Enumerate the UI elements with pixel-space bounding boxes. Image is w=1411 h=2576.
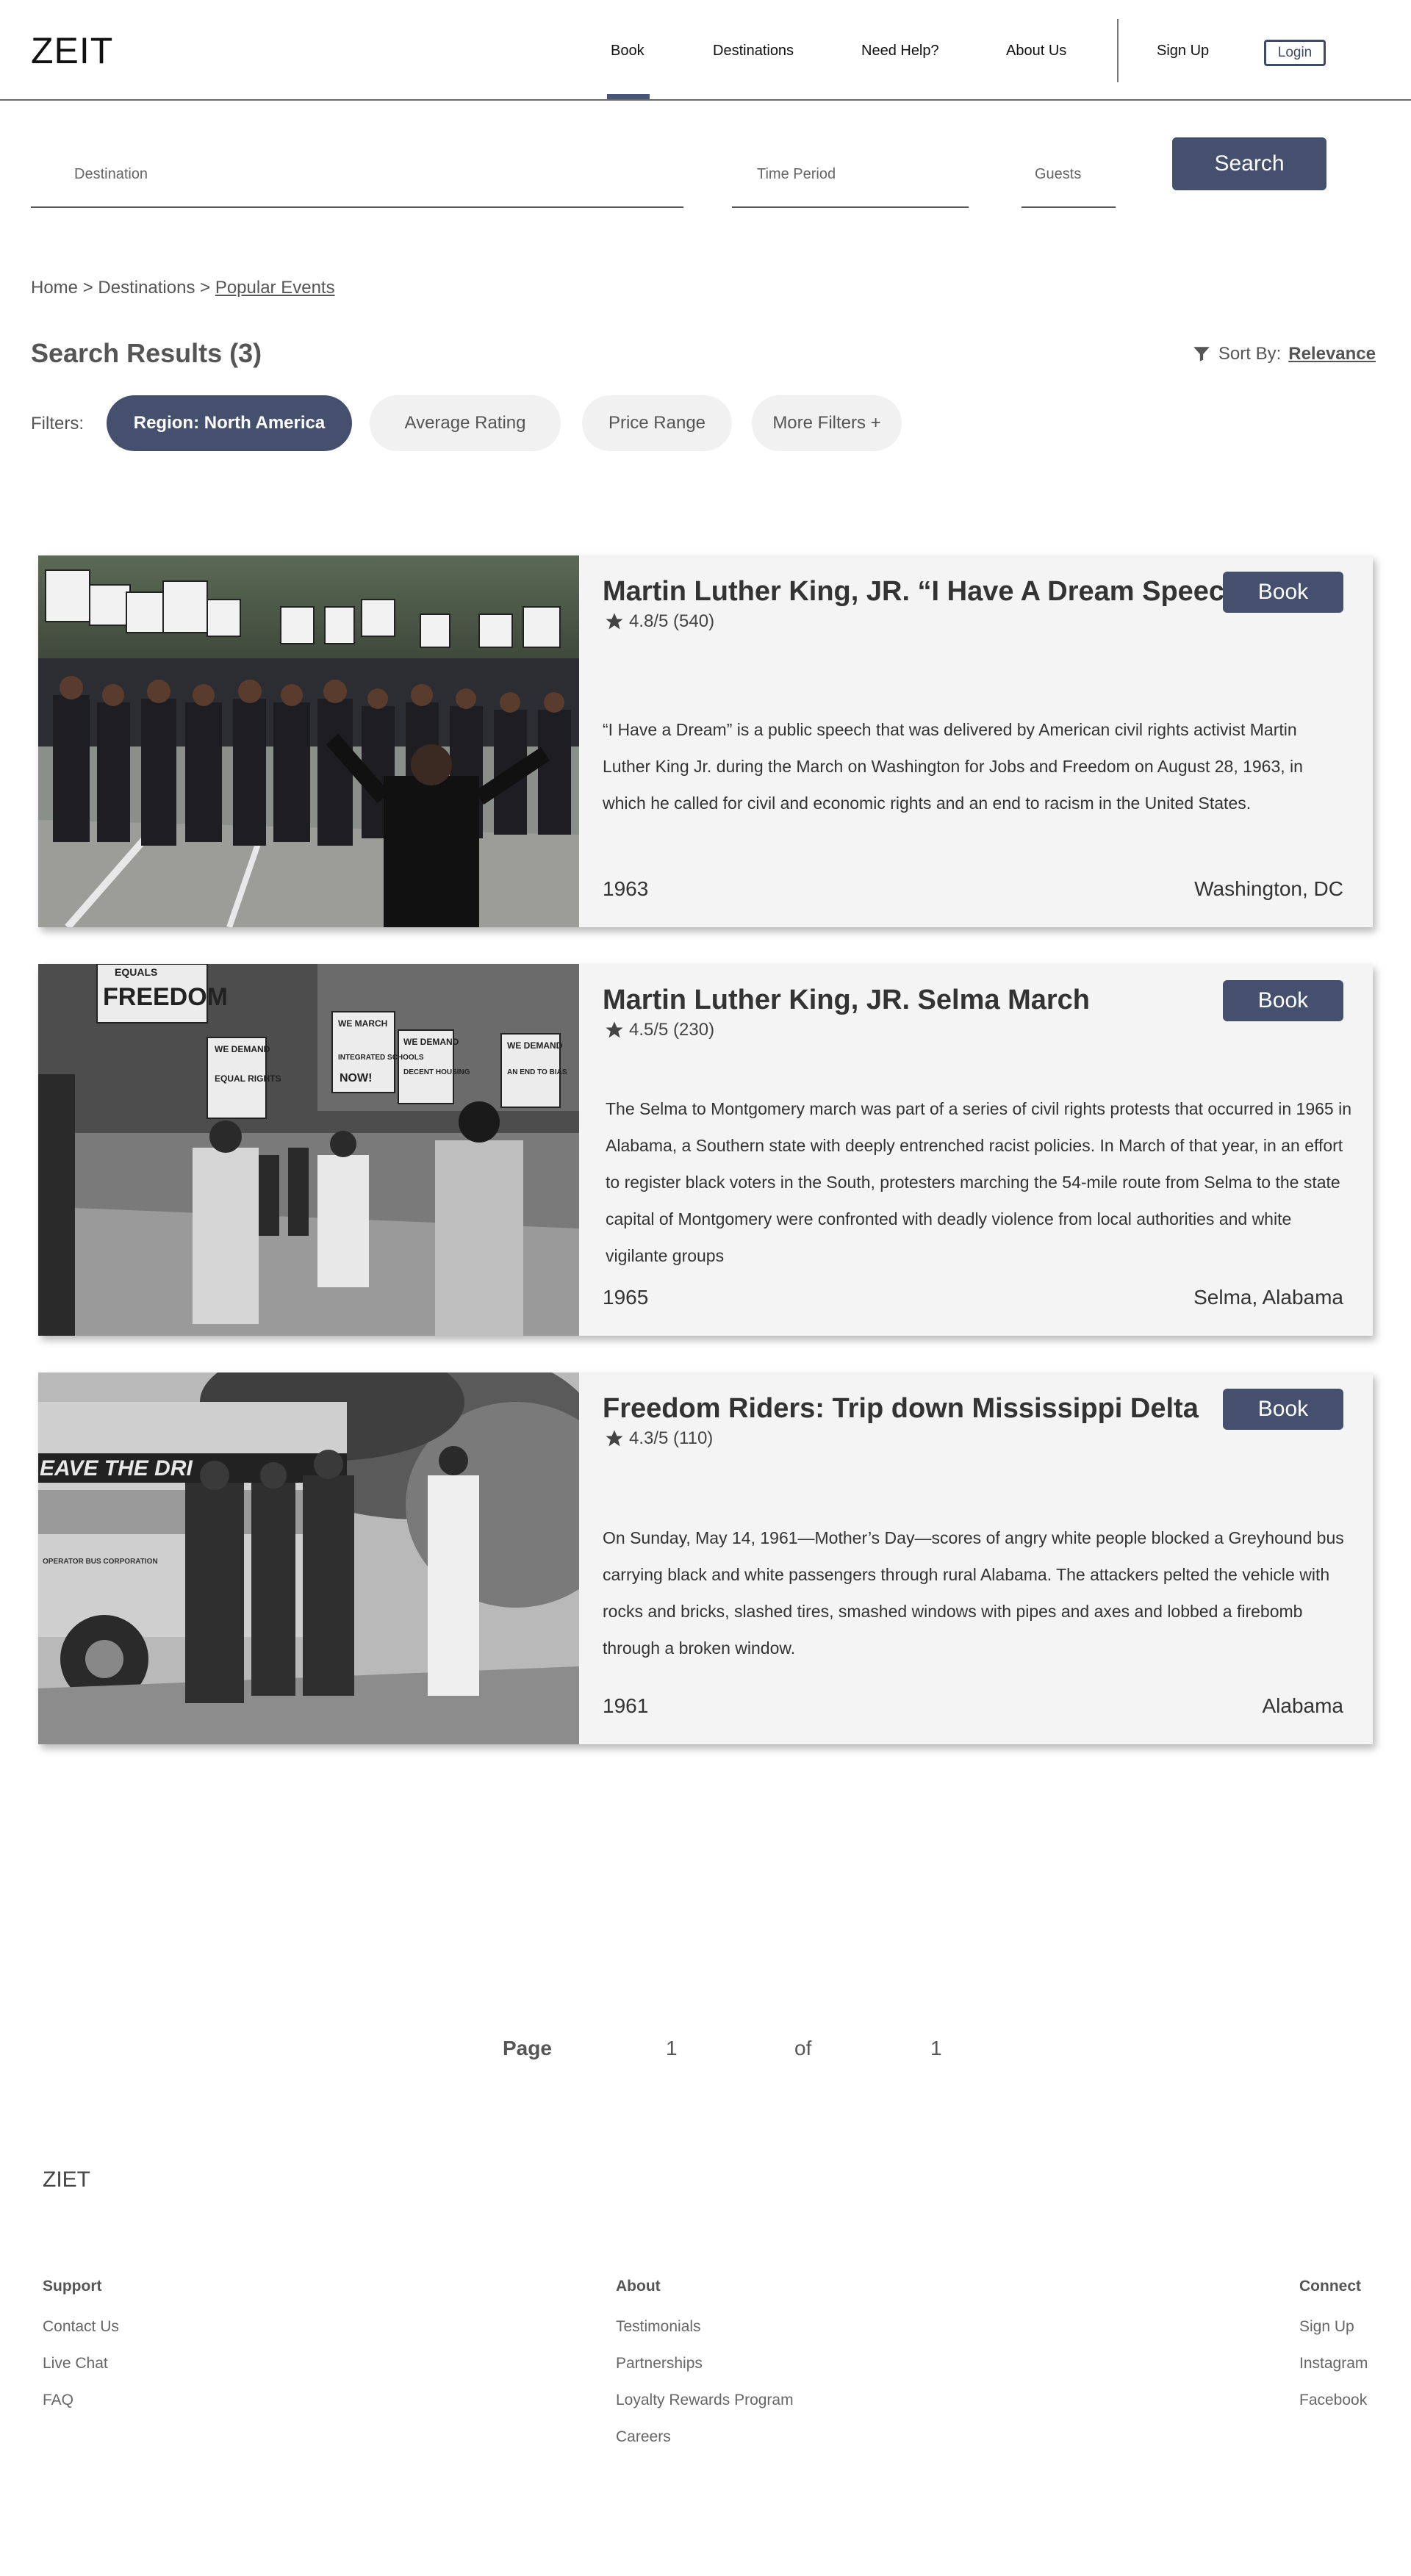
result-card[interactable]: EAVE THE DRI OPERATOR BUS CORPORATION Fr… <box>38 1372 1373 1744</box>
sign-text: WE DEMAND <box>403 1037 459 1047</box>
card-title[interactable]: Martin Luther King, JR. Selma March <box>603 985 1090 1016</box>
footer-link-careers[interactable]: Careers <box>616 2428 671 2446</box>
footer-link-instagram[interactable]: Instagram <box>1299 2355 1368 2372</box>
selma-march-photo: EQUALS FREEDOM WE DEMAND WE MARCH WE DEM… <box>38 964 579 1336</box>
result-card[interactable]: EQUALS FREEDOM WE DEMAND WE MARCH WE DEM… <box>38 964 1373 1336</box>
freedom-riders-bus-photo: EAVE THE DRI OPERATOR BUS CORPORATION <box>38 1372 579 1744</box>
sign-text: FREEDOM <box>103 983 228 1011</box>
star-icon <box>606 1021 623 1038</box>
footer-link-live-chat[interactable]: Live Chat <box>43 2355 108 2372</box>
sign-text: INTEGRATED SCHOOLS <box>338 1054 424 1062</box>
sign-text: DECENT HOUSING <box>403 1068 470 1076</box>
nav-destinations[interactable]: Destinations <box>713 43 794 60</box>
star-icon <box>606 1430 623 1447</box>
nav-book[interactable]: Book <box>611 43 645 60</box>
footer-link-faq[interactable]: FAQ <box>43 2392 73 2409</box>
pagination-total[interactable]: 1 <box>930 2037 942 2060</box>
destination-input[interactable]: Destination <box>74 166 148 183</box>
rating-text: 4.3/5 (110) <box>629 1428 714 1448</box>
filter-chip-region[interactable]: Region: North America <box>107 395 352 451</box>
pagination-of-label: of <box>794 2037 812 2059</box>
card-year: 1965 <box>603 1286 649 1309</box>
sort-value[interactable]: Relevance <box>1288 344 1376 364</box>
card-rating: 4.8/5 (540) <box>604 611 714 632</box>
book-button[interactable]: Book <box>1223 572 1343 613</box>
destination-underline <box>31 206 683 208</box>
sign-text: EQUAL RIGHTS <box>215 1073 281 1084</box>
site-logo[interactable]: ZEIT <box>31 29 113 72</box>
card-description: The Selma to Montgomery march was part o… <box>606 1099 1351 1265</box>
card-title[interactable]: Martin Luther King, JR. “I Have A Dream … <box>603 576 1255 608</box>
footer-link-sign-up[interactable]: Sign Up <box>1299 2318 1354 2336</box>
card-year: 1961 <box>603 1694 649 1717</box>
breadcrumb-destinations[interactable]: Destinations <box>98 278 195 298</box>
card-rating: 4.3/5 (110) <box>604 1428 713 1449</box>
filter-chip-average-rating[interactable]: Average Rating <box>370 395 561 451</box>
pagination-current[interactable]: 1 <box>666 2037 678 2060</box>
nav-about-us[interactable]: About Us <box>1006 43 1066 60</box>
book-button[interactable]: Book <box>1223 1389 1343 1430</box>
pagination-page-label: Page <box>503 2037 552 2059</box>
footer-logo[interactable]: ZIET <box>43 2167 90 2192</box>
footer-support-title: Support <box>43 2278 102 2295</box>
breadcrumb-home[interactable]: Home <box>31 278 78 298</box>
card-location: Alabama <box>1262 1694 1343 1717</box>
sign-text: AN END TO BIAS <box>507 1068 567 1076</box>
result-card[interactable]: Martin Luther King, JR. “I Have A Dream … <box>38 555 1373 927</box>
footer-link-loyalty-rewards[interactable]: Loyalty Rewards Program <box>616 2392 794 2409</box>
bus-text: EAVE THE DRI <box>40 1456 193 1481</box>
footer-link-partnerships[interactable]: Partnerships <box>616 2355 703 2372</box>
card-location: Washington, DC <box>1194 877 1343 900</box>
march-on-washington-photo <box>38 555 579 927</box>
card-title[interactable]: Freedom Riders: Trip down Mississippi De… <box>603 1393 1199 1425</box>
nav-divider <box>1117 19 1119 82</box>
sign-text: WE DEMAND <box>507 1040 563 1051</box>
filters-label: Filters: <box>31 414 84 433</box>
sort-label: Sort By: <box>1218 344 1282 364</box>
sign-text: NOW! <box>340 1072 372 1084</box>
sign-text: WE DEMAND <box>215 1044 270 1054</box>
search-button[interactable]: Search <box>1172 137 1326 190</box>
breadcrumb-separator: > <box>200 278 211 298</box>
bus-small-text: OPERATOR BUS CORPORATION <box>43 1558 158 1566</box>
footer-link-testimonials[interactable]: Testimonials <box>616 2318 701 2336</box>
time-period-input[interactable]: Time Period <box>757 166 836 183</box>
sign-text: WE MARCH <box>338 1018 387 1029</box>
guests-underline <box>1022 206 1116 208</box>
breadcrumb: Home > Destinations > Popular Events <box>31 278 335 298</box>
rating-text: 4.5/5 (230) <box>629 1020 715 1040</box>
results-title: Search Results (3) <box>31 338 262 368</box>
footer-connect-title: Connect <box>1299 2278 1361 2295</box>
breadcrumb-current[interactable]: Popular Events <box>215 278 335 298</box>
card-description: On Sunday, May 14, 1961—Mother’s Day—sco… <box>603 1528 1344 1658</box>
breadcrumb-separator: > <box>82 278 93 298</box>
footer-about-title: About <box>616 2278 661 2295</box>
filter-chip-price-range[interactable]: Price Range <box>582 395 732 451</box>
time-period-underline <box>732 206 969 208</box>
footer-link-facebook[interactable]: Facebook <box>1299 2392 1367 2409</box>
top-nav-bar: ZEIT Book Destinations Need Help? About … <box>0 0 1411 101</box>
login-button[interactable]: Login <box>1264 40 1326 66</box>
card-year: 1963 <box>603 877 649 900</box>
rating-text: 4.8/5 (540) <box>629 611 715 631</box>
card-rating: 4.5/5 (230) <box>604 1020 714 1040</box>
card-description: “I Have a Dream” is a public speech that… <box>603 720 1303 813</box>
star-icon <box>606 613 623 630</box>
guests-input[interactable]: Guests <box>1035 166 1081 183</box>
sort-control[interactable]: Sort By: Relevance <box>1192 344 1376 364</box>
signup-link[interactable]: Sign Up <box>1157 43 1209 60</box>
sign-text: EQUALS <box>115 966 157 978</box>
book-button[interactable]: Book <box>1223 980 1343 1021</box>
footer-link-contact-us[interactable]: Contact Us <box>43 2318 119 2336</box>
nav-active-indicator <box>607 94 650 99</box>
nav-need-help[interactable]: Need Help? <box>861 43 939 60</box>
card-location: Selma, Alabama <box>1193 1286 1343 1309</box>
funnel-icon <box>1193 347 1210 361</box>
filter-chip-more-filters[interactable]: More Filters + <box>752 395 902 451</box>
